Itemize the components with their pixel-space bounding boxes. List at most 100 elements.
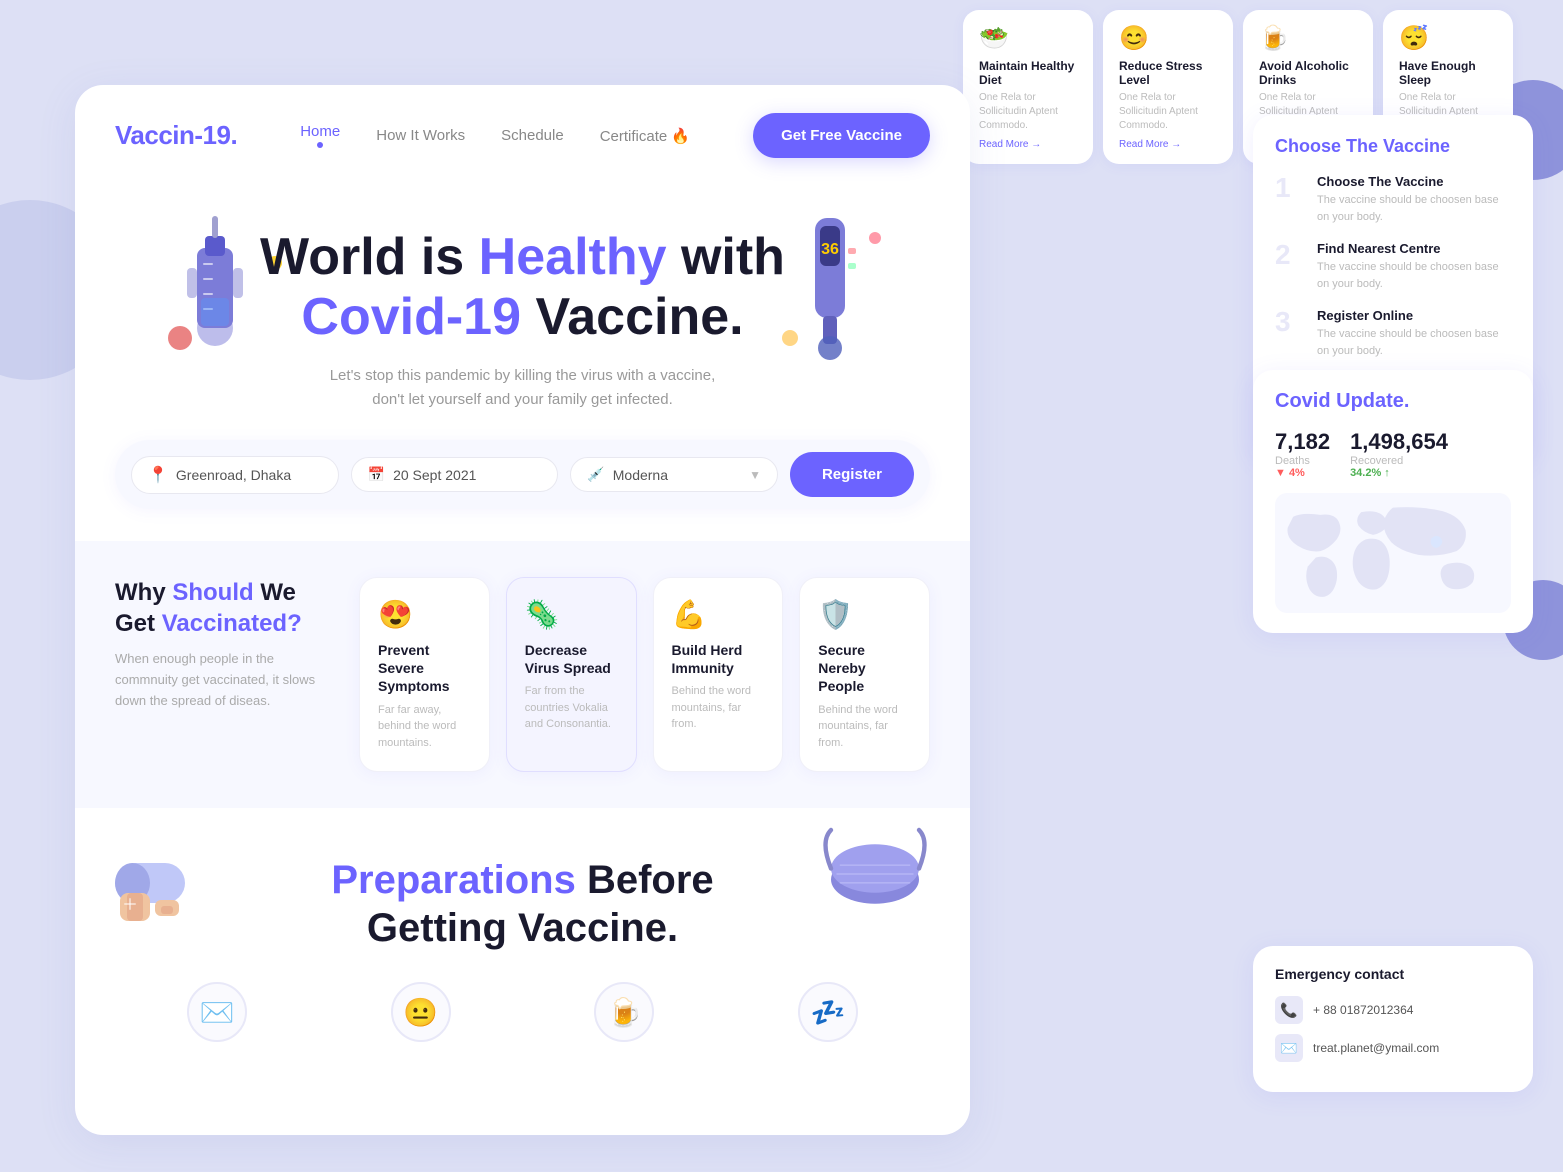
why-title-highlight1: Should: [172, 579, 253, 606]
step-3-content: Register Online The vaccine should be ch…: [1317, 308, 1511, 359]
update-title-highlight: Update.: [1331, 390, 1410, 412]
main-card: Vaccin-19. Home How It Works Schedule Ce…: [75, 85, 970, 1135]
hero-title-part2: with: [667, 228, 785, 286]
alcohol-icon: 🍺: [1259, 24, 1357, 53]
sleep-tip-icon: 😴: [1399, 24, 1497, 53]
step-3-title: Register Online: [1317, 308, 1511, 323]
recovered-label: Recovered: [1350, 455, 1448, 467]
how-title-highlight: Vaccine: [1383, 136, 1450, 156]
tip-card-stress: 😊 Reduce Stress Level One Rela tor Solli…: [1103, 10, 1233, 164]
step-2-num: 2: [1275, 241, 1305, 269]
nav-certificate[interactable]: Certificate 🔥: [600, 127, 690, 145]
step-2-content: Find Nearest Centre The vaccine should b…: [1317, 241, 1511, 292]
why-card-0: 😍 Prevent Severe Symptoms Far far away, …: [359, 577, 490, 772]
how-title-part1: Choose The: [1275, 136, 1383, 156]
stress-icon: 😊: [1119, 24, 1217, 53]
deaths-num: 7,182: [1275, 429, 1330, 455]
location-field[interactable]: 📍 Greenroad, Dhaka: [131, 456, 339, 494]
why-card-3: 🛡️ Secure Nereby People Behind the word …: [799, 577, 930, 772]
why-section: Why Should We Get Vaccinated? When enoug…: [75, 541, 970, 808]
syringe-icon: 💉: [587, 466, 604, 483]
dropdown-chevron-icon: ▼: [749, 468, 761, 482]
recovered-num: 1,498,654: [1350, 429, 1448, 455]
email-icon-circle: ✉️: [187, 982, 247, 1042]
prep-icons-row: ✉️ 😐 🍺 💤: [75, 952, 970, 1042]
right-panel: 🥗 Maintain Healthy Diet One Rela tor Sol…: [903, 0, 1563, 1172]
nav-home[interactable]: Home: [300, 123, 340, 148]
why-card-1: 🦠 Decrease Virus Spread Far from the cou…: [506, 577, 637, 772]
update-stats: 7,182 Deaths ▼ 4% 1,498,654 Recovered 34…: [1275, 429, 1511, 479]
update-stat-deaths: 7,182 Deaths ▼ 4%: [1275, 429, 1330, 479]
prep-section: Preparations Before Getting Vaccine.: [75, 808, 970, 952]
logo: Vaccin-19.: [115, 120, 237, 151]
deaths-label: Deaths: [1275, 455, 1330, 467]
calendar-icon: 📅: [368, 466, 385, 483]
location-value: Greenroad, Dhaka: [176, 467, 291, 483]
emergency-panel: Emergency contact 📞 + 88 01872012364 ✉️ …: [1253, 946, 1533, 1092]
hero-content: World is Healthy with Covid-19 Vaccine. …: [115, 198, 930, 412]
emergency-email-text: treat.planet@ymail.com: [1313, 1041, 1439, 1055]
why-card-icon-1: 🦠: [525, 598, 618, 631]
step-2-title: Find Nearest Centre: [1317, 241, 1511, 256]
logo-text: Vaccin-19: [115, 120, 230, 150]
covid-update-panel: Covid Update. 7,182 Deaths ▼ 4% 1,498,65…: [1253, 370, 1533, 633]
phone-icon: 📞: [1275, 996, 1303, 1024]
why-card-desc-1: Far from the countries Vokalia and Conso…: [525, 683, 618, 733]
search-register-bar: 📍 Greenroad, Dhaka 📅 20 Sept 2021 💉 Mode…: [115, 440, 930, 509]
hero-subtitle: Let's stop this pandemic by killing the …: [323, 364, 723, 412]
date-value: 20 Sept 2021: [393, 467, 476, 483]
vaccine-field[interactable]: 💉 Moderna ▼: [570, 457, 778, 492]
hero-covid: Covid-19: [301, 288, 521, 346]
tip-card-diet-link[interactable]: Read More →: [979, 139, 1077, 150]
why-card-title-1: Decrease Virus Spread: [525, 641, 618, 677]
prep-icon-sleep: 💤: [798, 982, 858, 1042]
face-icon-circle: 😐: [391, 982, 451, 1042]
location-icon: 📍: [148, 465, 168, 485]
email-emergency-icon: ✉️: [1275, 1034, 1303, 1062]
how-step-1: 1 Choose The Vaccine The vaccine should …: [1275, 174, 1511, 225]
why-card-desc-3: Behind the word mountains, far from.: [818, 702, 911, 752]
hero-vaccine: Vaccine.: [521, 288, 744, 346]
tip-card-stress-link[interactable]: Read More →: [1119, 139, 1217, 150]
how-step-2: 2 Find Nearest Centre The vaccine should…: [1275, 241, 1511, 292]
why-card-desc-2: Behind the word mountains, far from.: [672, 683, 765, 733]
recovered-change: 34.2% ↑: [1350, 467, 1448, 479]
update-stat-recovered: 1,498,654 Recovered 34.2% ↑: [1350, 429, 1448, 479]
why-card-icon-3: 🛡️: [818, 598, 911, 631]
emergency-phone: 📞 + 88 01872012364: [1275, 996, 1511, 1024]
why-title-part1: Why: [115, 579, 172, 606]
nav-how-it-works[interactable]: How It Works: [376, 127, 465, 144]
prep-title-part2: Before: [576, 858, 714, 902]
hero-title-highlight: Healthy: [479, 228, 667, 286]
why-card-icon-2: 💪: [672, 598, 765, 631]
sleep-icon-circle: 💤: [798, 982, 858, 1042]
pill-illustration: [105, 838, 195, 944]
tip-card-diet: 🥗 Maintain Healthy Diet One Rela tor Sol…: [963, 10, 1093, 164]
why-cards: 😍 Prevent Severe Symptoms Far far away, …: [359, 577, 930, 772]
register-button[interactable]: Register: [790, 452, 914, 497]
prep-icon-drink: 🍺: [594, 982, 654, 1042]
get-vaccine-button[interactable]: Get Free Vaccine: [753, 113, 930, 158]
nav-schedule[interactable]: Schedule: [501, 127, 564, 144]
step-1-num: 1: [1275, 174, 1305, 202]
step-1-content: Choose The Vaccine The vaccine should be…: [1317, 174, 1511, 225]
step-1-title: Choose The Vaccine: [1317, 174, 1511, 189]
date-field[interactable]: 📅 20 Sept 2021: [351, 457, 559, 492]
why-card-title-0: Prevent Severe Symptoms: [378, 641, 471, 696]
prep-icon-email: ✉️: [187, 982, 247, 1042]
why-title: Why Should We Get Vaccinated?: [115, 577, 315, 639]
prep-title-line2: Getting Vaccine.: [367, 906, 678, 950]
world-map: [1275, 493, 1511, 613]
drink-icon-circle: 🍺: [594, 982, 654, 1042]
hero-section: World is Healthy with Covid-19 Vaccine. …: [75, 158, 970, 408]
tip-card-stress-desc: One Rela tor Sollicitudin Aptent Commodo…: [1119, 91, 1217, 133]
prep-title-highlight: Preparations: [331, 858, 576, 902]
why-left: Why Should We Get Vaccinated? When enoug…: [115, 577, 335, 772]
why-card-2: 💪 Build Herd Immunity Behind the word mo…: [653, 577, 784, 772]
hero-title-part1: World is: [260, 228, 479, 286]
hero-title: World is Healthy with: [115, 228, 930, 288]
nav-links: Home How It Works Schedule Certificate 🔥: [300, 123, 690, 148]
update-title: Covid Update.: [1275, 390, 1511, 413]
step-3-num: 3: [1275, 308, 1305, 336]
tip-card-stress-title: Reduce Stress Level: [1119, 59, 1217, 87]
